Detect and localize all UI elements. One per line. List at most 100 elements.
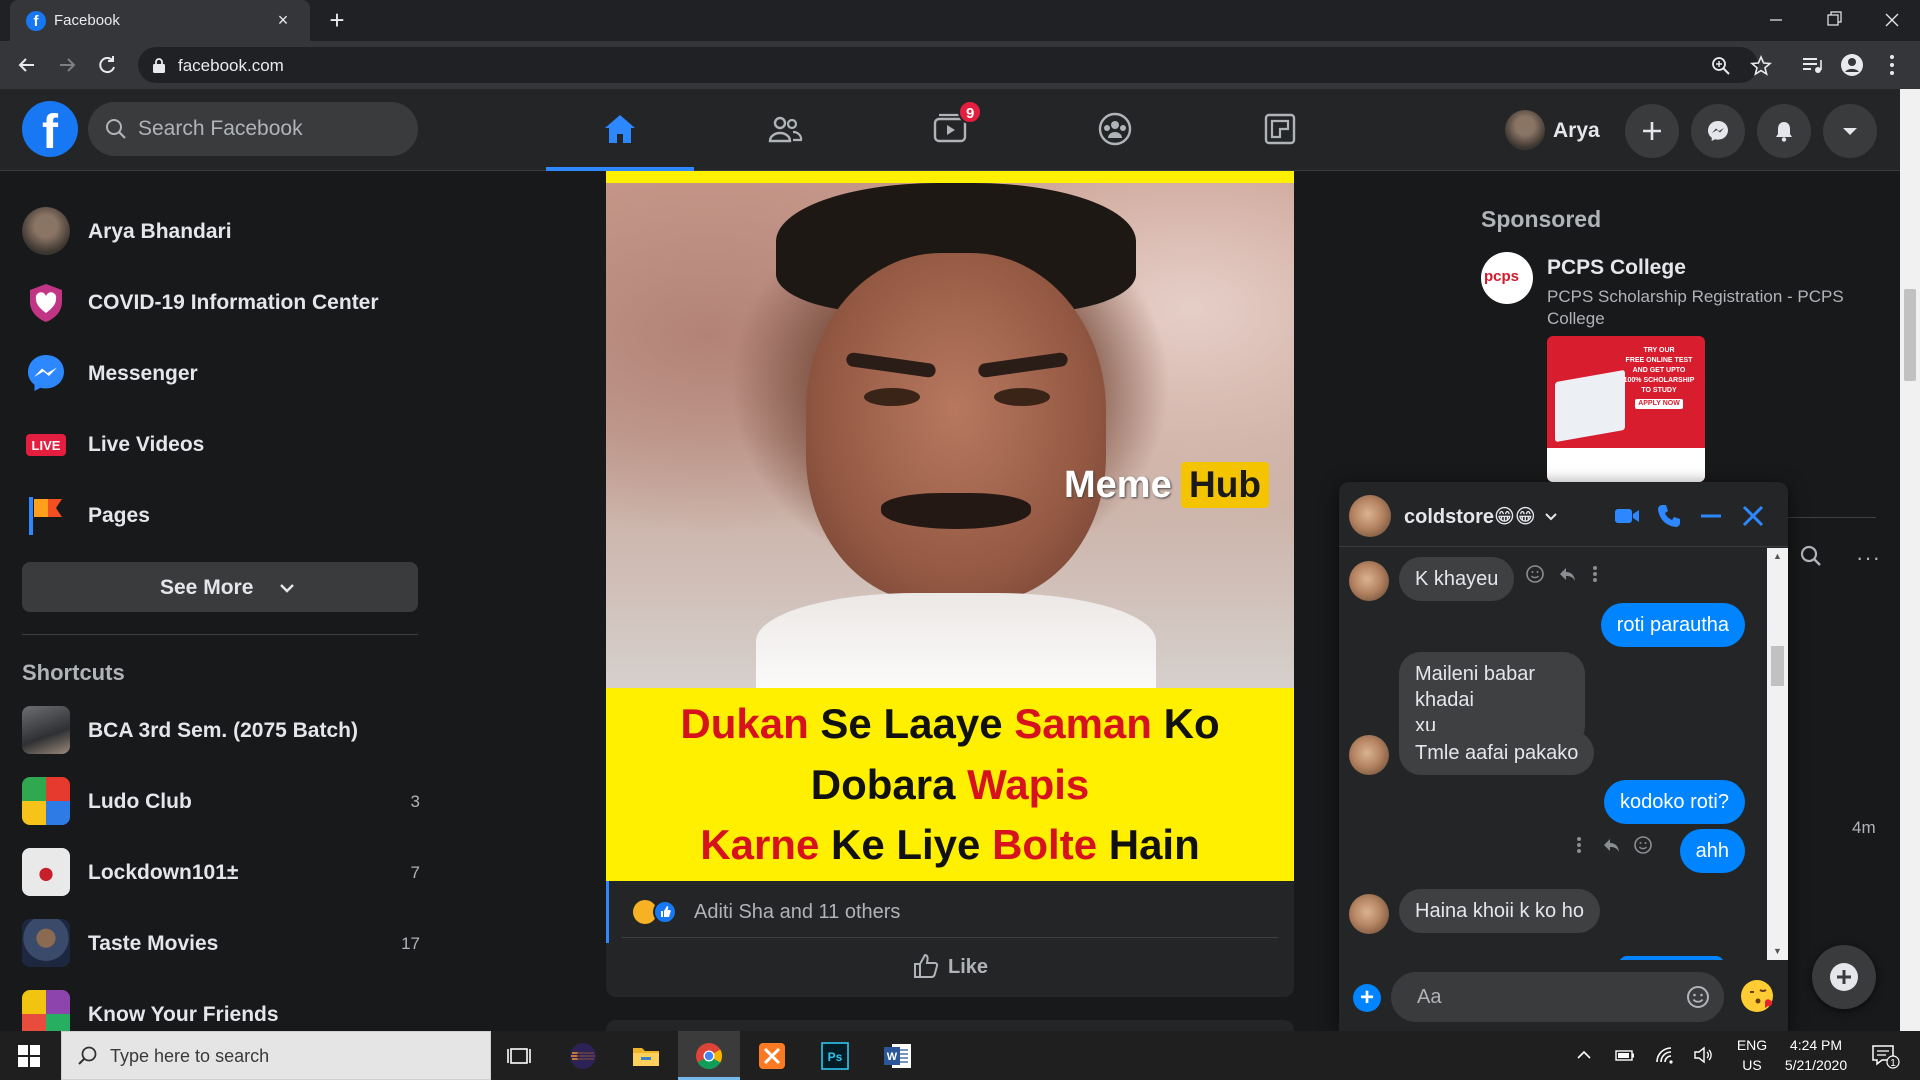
- minimize-chat-icon[interactable]: [1697, 502, 1725, 530]
- chat-messages[interactable]: K khayeu roti parautha Maileni babar kha…: [1339, 548, 1767, 960]
- task-view-button[interactable]: [489, 1031, 551, 1080]
- taskbar-app-xampp[interactable]: [741, 1031, 803, 1080]
- sidebar-item-live-videos[interactable]: LIVE Live Videos: [22, 418, 422, 470]
- avatar[interactable]: [1349, 495, 1391, 537]
- new-tab-button[interactable]: +: [323, 7, 351, 35]
- scrollbar-thumb[interactable]: [1904, 289, 1916, 381]
- taskbar-app-chrome[interactable]: [678, 1031, 740, 1080]
- sidebar-item-covid[interactable]: COVID-19 Information Center: [22, 276, 422, 328]
- create-button[interactable]: [1625, 104, 1679, 158]
- sidebar-item-pages[interactable]: Pages: [22, 489, 422, 541]
- taskbar-app-file-explorer[interactable]: [615, 1031, 677, 1080]
- tab-watch[interactable]: 9: [876, 89, 1024, 171]
- contact-active-time: 4m: [1852, 818, 1876, 837]
- emoji-picker-icon[interactable]: [1686, 985, 1710, 1009]
- sidebar-item-profile[interactable]: Arya Bhandari: [22, 205, 422, 257]
- message-bubble-incoming[interactable]: Tmle aafai pakako: [1399, 731, 1595, 775]
- shortcut-item[interactable]: BCA 3rd Sem. (2075 Batch): [22, 704, 422, 756]
- tab-close-icon[interactable]: ×: [272, 9, 294, 31]
- sidebar-item-messenger[interactable]: Messenger: [22, 347, 422, 399]
- more-options-icon[interactable]: ···: [1856, 545, 1881, 571]
- action-center-notification-icon[interactable]: 1: [1870, 1043, 1900, 1069]
- close-chat-icon[interactable]: [1739, 502, 1767, 530]
- react-emoji-icon[interactable]: [1525, 564, 1545, 584]
- contacts-search-icon[interactable]: [1798, 543, 1824, 569]
- message-bubble-outgoing[interactable]: roti parautha: [1600, 603, 1745, 647]
- zoom-icon[interactable]: [1708, 53, 1734, 79]
- reactions-summary[interactable]: Aditi Sha and 11 others: [606, 881, 1294, 943]
- more-actions-icon[interactable]: [1591, 564, 1599, 584]
- lock-icon[interactable]: [152, 57, 166, 73]
- tab-gaming[interactable]: [1206, 89, 1354, 171]
- reply-icon[interactable]: [1557, 564, 1577, 584]
- windows-taskbar: Type here to search Ps W ENG US 4:24 PM …: [0, 1031, 1920, 1080]
- message-input[interactable]: Aa: [1391, 972, 1724, 1022]
- profile-account-icon[interactable]: [1837, 50, 1867, 80]
- reload-icon[interactable]: [92, 50, 122, 80]
- like-button[interactable]: Like: [912, 952, 988, 984]
- new-message-button[interactable]: [1812, 945, 1876, 1009]
- messenger-button[interactable]: [1691, 104, 1745, 158]
- chevron-down-icon[interactable]: [1544, 511, 1558, 523]
- chat-scrollbar[interactable]: ▲ ▼: [1767, 548, 1788, 960]
- notifications-button[interactable]: [1757, 104, 1811, 158]
- meme-photo[interactable]: Meme Hub: [606, 183, 1294, 688]
- taskbar-search-input[interactable]: Type here to search: [61, 1031, 491, 1080]
- more-attachments-icon[interactable]: +: [1353, 984, 1381, 1012]
- facebook-favicon-icon: f: [26, 11, 46, 31]
- chrome-menu-icon[interactable]: [1877, 50, 1907, 80]
- shortcut-label: BCA 3rd Sem. (2075 Batch): [88, 719, 358, 742]
- tab-friends[interactable]: [711, 89, 859, 171]
- tab-groups[interactable]: [1041, 89, 1189, 171]
- volume-speaker-icon[interactable]: [1692, 1045, 1714, 1065]
- address-bar[interactable]: facebook.com: [138, 47, 1772, 83]
- message-bubble-outgoing[interactable]: kodoko roti?: [1604, 780, 1745, 824]
- forward-arrow-icon[interactable]: [52, 50, 82, 80]
- message-bubble-incoming[interactable]: Haina khoii k ko ho: [1399, 889, 1600, 933]
- pcps-logo-icon[interactable]: pcps: [1481, 252, 1533, 304]
- battery-icon[interactable]: [1614, 1045, 1636, 1065]
- shortcut-item[interactable]: Lockdown101± 7: [22, 846, 422, 898]
- close-window-button[interactable]: [1864, 0, 1920, 41]
- page-scrollbar[interactable]: [1900, 89, 1920, 1031]
- back-arrow-icon[interactable]: [12, 50, 42, 80]
- scrollbar-thumb[interactable]: [1771, 646, 1784, 686]
- reply-icon[interactable]: [1601, 835, 1621, 855]
- search-input[interactable]: Search Facebook: [88, 102, 418, 156]
- message-bubble-incoming[interactable]: K khayeu: [1399, 557, 1515, 601]
- scroll-up-arrow-icon[interactable]: ▲: [1773, 551, 1782, 561]
- ad-title[interactable]: PCPS College: [1547, 256, 1686, 280]
- restore-window-button[interactable]: [1806, 0, 1862, 41]
- taskbar-app-photoshop[interactable]: Ps: [804, 1031, 866, 1080]
- reactions-text[interactable]: Aditi Sha and 11 others: [694, 901, 900, 924]
- taskbar-clock[interactable]: 4:24 PM 5/21/2020: [1770, 1035, 1862, 1075]
- tab-home[interactable]: [546, 89, 694, 171]
- show-hidden-icons-chevron-up-icon[interactable]: [1574, 1045, 1594, 1065]
- phone-call-icon[interactable]: [1655, 502, 1683, 530]
- input-language-indicator[interactable]: ENG US: [1734, 1035, 1770, 1075]
- scroll-down-arrow-icon[interactable]: ▼: [1773, 946, 1782, 956]
- chat-contact-name[interactable]: coldstore😁😁: [1404, 504, 1536, 529]
- see-more-button[interactable]: See More: [22, 562, 418, 612]
- ad-description[interactable]: PCPS Scholarship Registration - PCPS Col…: [1547, 286, 1887, 330]
- wifi-icon[interactable]: [1654, 1045, 1676, 1065]
- taskbar-app-word[interactable]: W: [867, 1031, 929, 1080]
- react-emoji-icon[interactable]: [1633, 835, 1653, 855]
- minimize-window-button[interactable]: [1748, 0, 1804, 41]
- video-call-icon[interactable]: [1613, 502, 1641, 530]
- chrome-icon: [694, 1042, 724, 1070]
- shortcut-item[interactable]: Taste Movies 17: [22, 917, 422, 969]
- account-menu-button[interactable]: [1823, 104, 1877, 158]
- windows-start-icon[interactable]: [18, 1045, 40, 1067]
- chat-header[interactable]: coldstore😁😁: [1339, 482, 1788, 547]
- browser-tab-facebook[interactable]: f Facebook ×: [10, 0, 310, 41]
- facebook-logo-icon[interactable]: f: [22, 101, 78, 159]
- shortcut-item[interactable]: Ludo Club 3: [22, 775, 422, 827]
- quick-emoji-kiss-icon[interactable]: [1741, 980, 1773, 1012]
- media-control-icon[interactable]: [1797, 50, 1827, 80]
- ad-image[interactable]: TRY OUR FREE ONLINE TEST AND GET UPTO 10…: [1547, 336, 1705, 482]
- bookmark-star-icon[interactable]: [1748, 53, 1774, 79]
- taskbar-app-eclipse[interactable]: [552, 1031, 614, 1080]
- more-actions-icon[interactable]: [1575, 835, 1583, 855]
- message-bubble-outgoing[interactable]: ahh: [1679, 829, 1745, 873]
